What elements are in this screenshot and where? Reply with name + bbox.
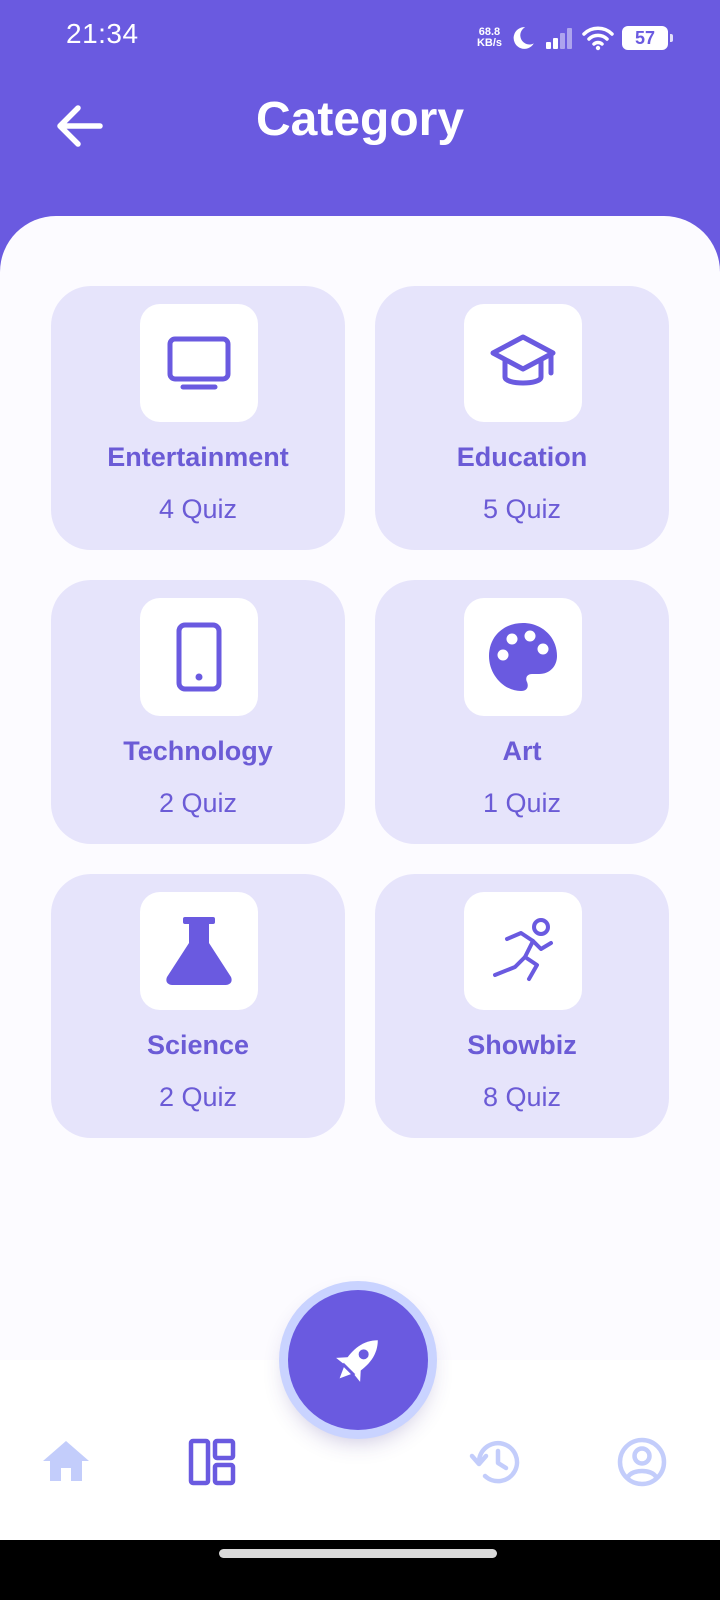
- category-name: Technology: [123, 736, 273, 766]
- running-person-icon: [493, 918, 553, 981]
- category-count: 8 Quiz: [482, 1082, 562, 1112]
- category-card-art[interactable]: Art 1 Quiz: [375, 580, 669, 844]
- home-icon: [43, 1441, 89, 1481]
- status-icons: 68.8 KB/s 57: [477, 22, 673, 54]
- rocket-icon: [336, 1340, 378, 1382]
- status-time: 21:34: [66, 18, 139, 49]
- dashboard-icon: [188, 1438, 236, 1486]
- battery-icon: 57: [622, 26, 673, 50]
- category-count: 1 Quiz: [482, 788, 562, 818]
- tv-icon: [167, 336, 231, 390]
- category-icon-box: [464, 892, 582, 1010]
- category-grid: Entertainment 4 Quiz Education 5 Quiz Te…: [51, 286, 671, 1138]
- category-card-showbiz[interactable]: Showbiz 8 Quiz: [375, 874, 669, 1138]
- graduation-cap-icon: [490, 334, 556, 386]
- start-quiz-fab[interactable]: [288, 1290, 428, 1430]
- home-indicator[interactable]: [219, 1549, 497, 1558]
- page-title: Category: [255, 93, 465, 146]
- category-icon-box: [140, 892, 258, 1010]
- app-header: Category: [0, 76, 720, 216]
- category-icon-box: [140, 598, 258, 716]
- category-count: 2 Quiz: [158, 1082, 238, 1112]
- category-count: 5 Quiz: [482, 494, 562, 524]
- category-count: 4 Quiz: [158, 494, 238, 524]
- history-icon: [469, 1440, 520, 1484]
- category-count: 2 Quiz: [158, 788, 238, 818]
- moon-icon: [513, 27, 534, 49]
- nav-history[interactable]: [468, 1434, 524, 1490]
- nav-profile[interactable]: [614, 1434, 670, 1490]
- category-name: Education: [456, 442, 588, 472]
- network-speed-unit: KB/s: [476, 37, 502, 49]
- category-card-science[interactable]: Science 2 Quiz: [51, 874, 345, 1138]
- nav-dashboard[interactable]: [184, 1434, 240, 1490]
- battery-level: 57: [634, 27, 656, 48]
- network-speed: 68.8 KB/s: [477, 27, 502, 49]
- category-name: Science: [146, 1030, 250, 1060]
- category-card-education[interactable]: Education 5 Quiz: [375, 286, 669, 550]
- category-icon-box: [464, 304, 582, 422]
- signal-icon: [546, 28, 572, 49]
- category-name: Entertainment: [107, 442, 289, 472]
- status-bar: 21:34 68.8 KB/s 57: [0, 0, 720, 76]
- category-icon-box: [464, 598, 582, 716]
- wifi-icon: [582, 26, 614, 51]
- smartphone-icon: [176, 622, 222, 692]
- nav-home[interactable]: [38, 1434, 94, 1490]
- category-card-technology[interactable]: Technology 2 Quiz: [51, 580, 345, 844]
- palette-icon: [489, 623, 557, 691]
- flask-icon: [166, 917, 232, 985]
- category-icon-box: [140, 304, 258, 422]
- category-name: Showbiz: [467, 1030, 577, 1060]
- category-card-entertainment[interactable]: Entertainment 4 Quiz: [51, 286, 345, 550]
- category-name: Art: [502, 736, 542, 766]
- profile-icon: [617, 1437, 667, 1487]
